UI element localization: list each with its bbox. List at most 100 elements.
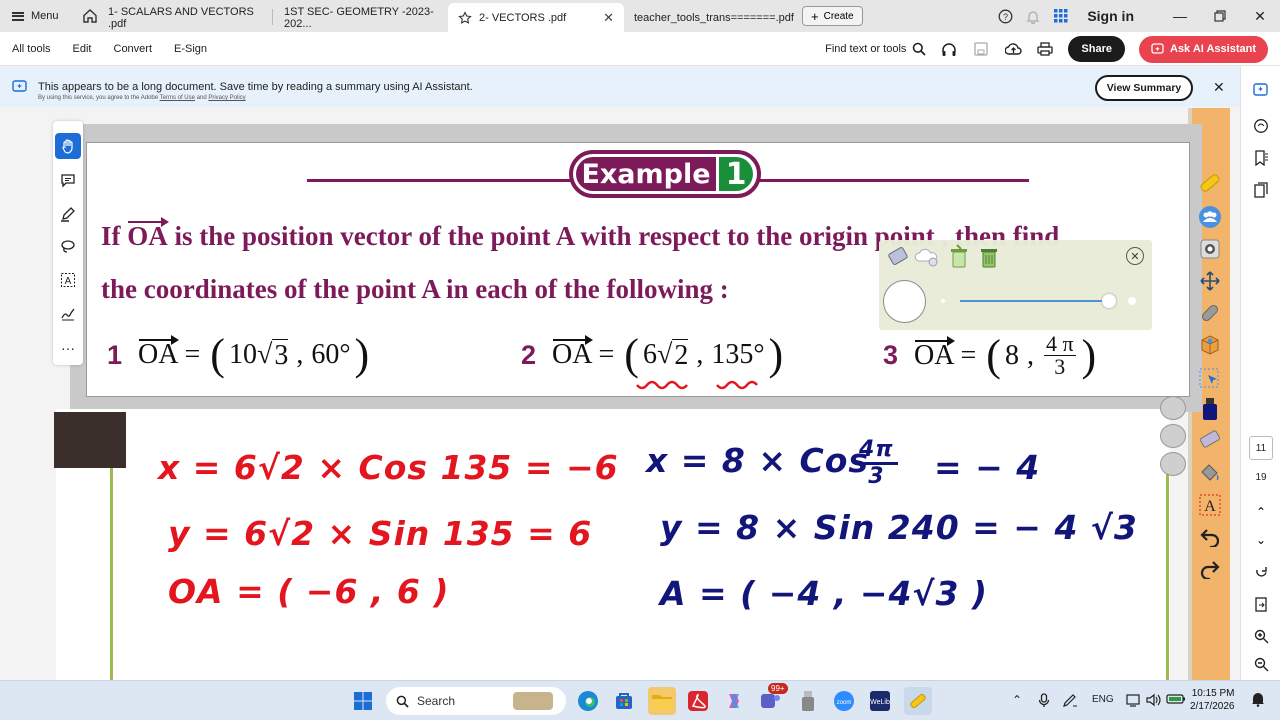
search-label: Search — [417, 694, 456, 708]
page-up-icon[interactable]: ⌃ — [1251, 502, 1271, 522]
windows-start-icon[interactable] — [351, 689, 375, 713]
blue-ink-line-2: y = 8 × Sin 240 = − 4 √3 — [660, 508, 1138, 547]
whiteboard-eraser-icon[interactable] — [1195, 424, 1225, 454]
help-icon[interactable]: ? — [991, 0, 1019, 32]
trash-partial-icon[interactable] — [947, 243, 971, 271]
close-window-icon[interactable]: ✕ — [1240, 0, 1280, 32]
teams-icon[interactable]: 99+ — [758, 683, 788, 713]
pen-color-swatch[interactable] — [883, 280, 926, 323]
tab-label: teacher_tools_trans=======.pdf — [634, 11, 794, 24]
ask-ai-button[interactable]: Ask AI Assistant — [1139, 35, 1268, 63]
apps-grid-icon[interactable] — [1047, 0, 1075, 32]
convert-button[interactable]: Convert — [114, 43, 153, 55]
camera-icon[interactable] — [1195, 234, 1225, 264]
copilot-icon[interactable] — [722, 689, 746, 713]
search-icon — [396, 695, 409, 708]
tab-scalars-vectors[interactable]: 1- SCALARS AND VECTORS .pdf — [98, 3, 274, 32]
edit-button[interactable]: Edit — [73, 43, 92, 55]
zoom-app-icon[interactable]: zoom — [832, 689, 856, 713]
usb-drive-icon[interactable] — [796, 689, 820, 713]
current-page-field[interactable]: 11 — [1249, 436, 1273, 460]
more-tools-icon[interactable]: ··· — [55, 335, 81, 361]
tab-vectors-active[interactable]: 2- VECTORS .pdf ✕ — [448, 3, 624, 32]
pen-menu-icon[interactable] — [1062, 693, 1078, 711]
ink-bottle-icon[interactable] — [1195, 394, 1225, 424]
tray-overflow-icon[interactable]: ⌃ — [1012, 693, 1022, 707]
headphones-icon[interactable] — [940, 40, 958, 58]
tab-teacher-tools[interactable]: teacher_tools_trans=======.pdf — [624, 3, 794, 32]
undo-icon[interactable] — [1195, 522, 1225, 552]
text-box-icon[interactable]: A — [55, 267, 81, 293]
extract-page-icon[interactable] — [1251, 594, 1271, 614]
bell-icon[interactable] — [1019, 0, 1047, 32]
eraser-icon[interactable] — [885, 244, 911, 270]
paint-bucket-icon[interactable] — [1195, 458, 1225, 488]
pill-eraser-icon[interactable] — [1195, 298, 1225, 328]
trash-small-icon[interactable] — [1160, 424, 1186, 448]
close-tab-icon[interactable]: ✕ — [603, 10, 614, 26]
signature-icon[interactable] — [55, 301, 81, 327]
comment-icon[interactable] — [55, 167, 81, 193]
acrobat-icon[interactable] — [686, 689, 710, 713]
ai-assistant-rail-icon[interactable] — [1251, 80, 1271, 100]
panel-close-icon[interactable]: ✕ — [1126, 247, 1144, 265]
comments-rail-icon[interactable] — [1251, 116, 1271, 136]
move-arrows-icon[interactable] — [1195, 266, 1225, 296]
all-tools-button[interactable]: All tools — [12, 43, 51, 55]
pen-size-slider[interactable] — [960, 300, 1110, 302]
zoom-in-icon[interactable] — [1251, 626, 1271, 646]
search-highlight-icon — [513, 692, 554, 710]
3d-box-icon[interactable] — [1195, 330, 1225, 360]
privacy-link[interactable]: Privacy Policy — [208, 95, 245, 101]
battery-icon[interactable] — [1166, 693, 1186, 708]
rotate-icon[interactable] — [1251, 562, 1271, 582]
volume-icon[interactable] — [1146, 693, 1161, 710]
people-group-icon[interactable] — [1195, 202, 1225, 232]
taskbar-search[interactable]: Search — [386, 687, 566, 715]
network-icon[interactable] — [1126, 693, 1141, 710]
upload-cloud-icon[interactable] — [1004, 40, 1022, 58]
star-icon[interactable] — [458, 10, 472, 25]
menu-button[interactable]: Menu — [0, 0, 71, 32]
share-button[interactable]: Share — [1068, 36, 1125, 62]
pages-rail-icon[interactable] — [1251, 180, 1271, 200]
page-down-icon[interactable]: ⌄ — [1251, 530, 1271, 550]
edge-browser-icon[interactable] — [576, 689, 600, 713]
create-button[interactable]: + Create — [802, 6, 863, 26]
whiteboard-border-left — [110, 468, 113, 680]
whiteboard-pen-app-icon[interactable] — [904, 687, 932, 715]
trash-all-icon[interactable] — [977, 243, 1001, 271]
sign-in-button[interactable]: Sign in — [1087, 8, 1134, 24]
marker-pen-icon[interactable] — [1195, 168, 1225, 198]
eraser-small-icon[interactable] — [1160, 396, 1186, 420]
banner-close-icon[interactable]: ✕ — [1213, 79, 1225, 96]
input-language[interactable]: ENG — [1092, 694, 1114, 705]
microphone-icon[interactable] — [1038, 693, 1050, 711]
find-tools-button[interactable]: Find text or tools — [825, 42, 927, 56]
system-clock[interactable]: 10:15 PM 2/17/2026 — [1190, 687, 1235, 713]
select-pointer-icon[interactable] — [1195, 364, 1225, 394]
notification-center-icon[interactable] — [1250, 691, 1266, 710]
bookmark-rail-icon[interactable] — [1251, 148, 1271, 168]
hand-tool-icon[interactable] — [55, 133, 81, 159]
trash-small-icon-2[interactable] — [1160, 452, 1186, 476]
cloud-eraser-icon[interactable] — [913, 244, 941, 270]
tab-geometry[interactable]: 1ST SEC- GEOMETRY -2023-202... — [274, 3, 446, 32]
pen-size-slider-knob[interactable] — [1102, 294, 1116, 308]
terms-link[interactable]: Terms of Use — [160, 95, 195, 101]
store-icon[interactable] — [612, 689, 636, 713]
redo-icon[interactable] — [1195, 554, 1225, 584]
welib-icon[interactable]: WeLib — [868, 689, 892, 713]
lasso-draw-icon[interactable] — [55, 233, 81, 259]
sqrt-icon: √ — [656, 339, 673, 370]
zoom-out-icon[interactable] — [1251, 654, 1271, 674]
view-summary-button[interactable]: View Summary — [1095, 75, 1193, 101]
maximize-icon[interactable] — [1200, 0, 1240, 32]
esign-button[interactable]: E-Sign — [174, 43, 207, 55]
print-icon[interactable] — [1036, 40, 1054, 58]
minimize-icon[interactable]: — — [1160, 0, 1200, 32]
text-tool-icon[interactable]: A — [1195, 490, 1225, 520]
save-icon[interactable] — [972, 40, 990, 58]
file-explorer-icon[interactable] — [648, 687, 676, 715]
highlight-pen-icon[interactable] — [55, 201, 81, 227]
